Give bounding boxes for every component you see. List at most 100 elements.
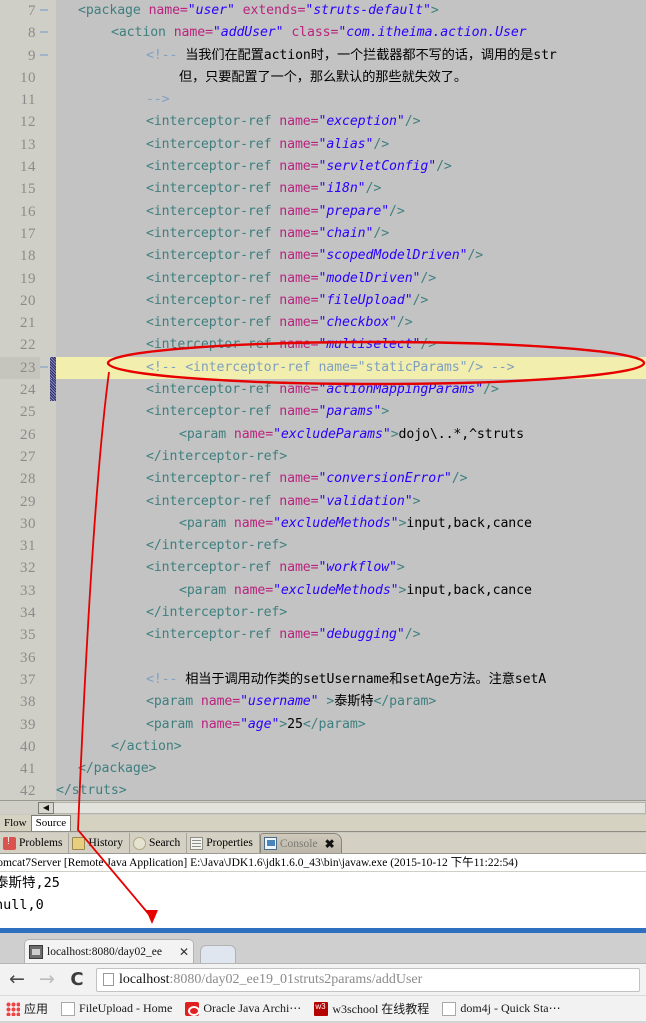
code-text[interactable]: <interceptor-ref name="scopedModelDriven… — [56, 245, 646, 267]
code-text[interactable]: 但，只要配置了一个，那么默认的那些就失效了。 — [56, 67, 646, 89]
code-line[interactable]: 30 <param name="excludeMethods">input,bac… — [0, 512, 646, 536]
fold-toggle-icon[interactable] — [40, 0, 50, 23]
code-line[interactable]: 39 <param name="age">25</param> — [0, 713, 646, 736]
editor-view-tabs[interactable]: Flow Source — [0, 815, 646, 832]
code-text[interactable]: --> — [56, 89, 646, 111]
code-text[interactable]: <interceptor-ref name="validation"> — [56, 491, 646, 513]
code-text[interactable]: <interceptor-ref name="conversionError"/… — [56, 468, 646, 490]
code-line[interactable]: 32 <interceptor-ref name="workflow"> — [0, 557, 646, 580]
code-text[interactable]: <interceptor-ref name="fileUpload"/> — [56, 290, 646, 312]
code-line[interactable]: 9 <!-- 当我们在配置action时，一个拦截器都不写的话，调用的是str — [0, 44, 646, 67]
code-text[interactable]: <package name="user" extends="struts-def… — [56, 0, 646, 22]
code-line[interactable]: 37 <!-- 相当于调用动作类的setUsername和setAge方法。注意s… — [0, 668, 646, 692]
code-text[interactable]: <param name="age">25</param> — [56, 714, 646, 736]
code-line[interactable]: 41 </package> — [0, 758, 646, 781]
code-text[interactable]: <interceptor-ref name="prepare"/> — [56, 201, 646, 223]
editor-horizontal-scrollbar[interactable]: ◀ — [0, 800, 646, 814]
code-line[interactable]: 19 <interceptor-ref name="modelDriven"/> — [0, 267, 646, 290]
code-line[interactable]: 13 <interceptor-ref name="alias"/> — [0, 133, 646, 157]
bookmarks-bar[interactable]: 应用 FileUpload - Home Oracle Java Archi⋯ w3s… — [0, 995, 646, 1021]
code-line[interactable]: 42 </struts> — [0, 780, 646, 800]
code-line[interactable]: 23 <!-- <interceptor-ref name="staticPara… — [0, 356, 646, 380]
code-text[interactable]: <interceptor-ref name="actionMappingPara… — [56, 379, 646, 401]
fold-toggle-icon[interactable] — [40, 22, 50, 45]
code-text[interactable]: </interceptor-ref> — [56, 602, 646, 624]
code-line[interactable]: 8 <action name="addUser" class="com.ithei… — [0, 22, 646, 45]
code-text[interactable]: </interceptor-ref> — [56, 535, 646, 557]
code-line[interactable]: 24 <interceptor-ref name="actionMappingPa… — [0, 379, 646, 402]
code-text[interactable]: <interceptor-ref name="modelDriven"/> — [56, 268, 646, 290]
code-text[interactable]: </package> — [56, 758, 646, 780]
code-line[interactable]: 16 <interceptor-ref name="prepare"/> — [0, 200, 646, 223]
code-text[interactable]: </interceptor-ref> — [56, 446, 646, 468]
code-line[interactable]: 14 <interceptor-ref name="servletConfig"/… — [0, 156, 646, 179]
bookmark-item[interactable]: Oracle Java Archi⋯ — [185, 1001, 301, 1016]
browser-window[interactable]: localhost:8080/day02_ee ✕ ← → C localhos… — [0, 933, 646, 1023]
code-line[interactable]: 20 <interceptor-ref name="fileUpload"/> — [0, 289, 646, 313]
console-tab-console[interactable]: Console ✖ — [259, 833, 342, 853]
bookmark-item[interactable]: dom4j - Quick Sta⋯ — [442, 1001, 561, 1016]
code-line[interactable]: 38 <param name="username" >泰斯特</param> — [0, 691, 646, 714]
code-text[interactable]: <interceptor-ref name="exception"/> — [56, 111, 646, 133]
code-text[interactable]: <interceptor-ref name="i18n"/> — [56, 178, 646, 200]
code-lines[interactable]: 7 <package name="user" extends="struts-de… — [0, 0, 646, 800]
forward-button[interactable]: → — [36, 970, 58, 989]
code-line[interactable]: 10 但，只要配置了一个，那么默认的那些就失效了。 — [0, 66, 646, 90]
code-line[interactable]: 15 <interceptor-ref name="i18n"/> — [0, 178, 646, 201]
code-line[interactable]: 35 <interceptor-ref name="debugging"/> — [0, 624, 646, 647]
code-line[interactable]: 18 <interceptor-ref name="scopedModelDriv… — [0, 245, 646, 268]
console-tab-search[interactable]: Search — [130, 833, 188, 853]
fold-toggle-icon[interactable] — [40, 44, 50, 67]
close-icon[interactable]: ✖ — [325, 837, 335, 851]
code-line[interactable]: 33 <param name="excludeMethods">input,bac… — [0, 579, 646, 603]
browser-tab-strip[interactable]: localhost:8080/day02_ee ✕ — [0, 933, 646, 963]
code-line[interactable]: 29 <interceptor-ref name="validation"> — [0, 490, 646, 513]
console-tab-bar[interactable]: Problems History Search Properties Console ✖ — [0, 833, 646, 854]
editor-tab-flow[interactable]: Flow — [0, 816, 31, 831]
code-line[interactable]: 40 </action> — [0, 735, 646, 759]
reload-button[interactable]: C — [66, 970, 88, 989]
code-text[interactable]: <param name="excludeParams">dojo\..*,^st… — [56, 424, 646, 446]
bookmark-item[interactable]: FileUpload - Home — [61, 1001, 172, 1016]
code-text[interactable]: <interceptor-ref name="workflow"> — [56, 557, 646, 579]
code-text[interactable]: <interceptor-ref name="servletConfig"/> — [56, 156, 646, 178]
code-text[interactable]: <!-- 相当于调用动作类的setUsername和setAge方法。注意set… — [56, 669, 646, 691]
code-line[interactable]: 17 <interceptor-ref name="chain"/> — [0, 222, 646, 246]
code-text[interactable]: <interceptor-ref name="chain"/> — [56, 223, 646, 245]
code-line[interactable]: 26 <param name="excludeParams">dojo\..*,^… — [0, 423, 646, 446]
code-editor[interactable]: 7 <package name="user" extends="struts-de… — [0, 0, 646, 800]
back-button[interactable]: ← — [6, 970, 28, 989]
console-tab-history[interactable]: History — [69, 833, 130, 853]
code-line[interactable]: 31 </interceptor-ref> — [0, 535, 646, 558]
fold-toggle-icon[interactable] — [40, 356, 50, 380]
code-text[interactable]: <interceptor-ref name="params"> — [56, 401, 646, 423]
code-line[interactable]: 7 <package name="user" extends="struts-de… — [0, 0, 646, 23]
code-text[interactable]: <param name="excludeMethods">input,back,… — [56, 513, 646, 535]
code-text[interactable]: <interceptor-ref name="checkbox"/> — [56, 312, 646, 334]
new-tab-button[interactable] — [200, 945, 236, 963]
code-text[interactable]: <param name="excludeMethods">input,back,… — [56, 580, 646, 602]
code-line[interactable]: 21 <interceptor-ref name="checkbox"/> — [0, 312, 646, 335]
scroll-left-arrow-icon[interactable]: ◀ — [38, 801, 54, 814]
code-text[interactable]: </struts> — [56, 780, 646, 800]
code-line[interactable]: 25 <interceptor-ref name="params"> — [0, 401, 646, 424]
code-text[interactable]: <interceptor-ref name="alias"/> — [56, 134, 646, 156]
console-tab-properties[interactable]: Properties — [187, 833, 260, 853]
browser-navigation-bar[interactable]: ← → C localhost:8080/day02_ee19_01struts… — [0, 963, 646, 995]
code-line[interactable]: 22 <interceptor-ref name="multiselect"/> — [0, 334, 646, 357]
console-tab-problems[interactable]: Problems — [0, 833, 70, 853]
editor-tab-source[interactable]: Source — [30, 815, 72, 831]
code-line[interactable]: 28 <interceptor-ref name="conversionError… — [0, 468, 646, 491]
scroll-track[interactable] — [54, 801, 646, 814]
code-text[interactable]: <param name="username" >泰斯特</param> — [56, 691, 646, 713]
code-text[interactable]: <!-- <interceptor-ref name="staticParams… — [56, 356, 646, 380]
code-text[interactable]: </action> — [56, 736, 646, 758]
code-line[interactable]: 34 </interceptor-ref> — [0, 602, 646, 625]
close-icon[interactable]: ✕ — [179, 945, 189, 959]
console-panel[interactable]: ProblemsHistorySearchPropertiesConsole✖ … — [0, 833, 646, 933]
code-text[interactable]: <!-- 当我们在配置action时，一个拦截器都不写的话，调用的是str — [56, 45, 646, 67]
address-bar[interactable]: localhost:8080/day02_ee19_01struts2param… — [96, 967, 640, 992]
browser-tab[interactable]: localhost:8080/day02_ee ✕ — [24, 939, 194, 963]
code-line[interactable]: 36 — [0, 646, 646, 669]
code-line[interactable]: 11 --> — [0, 89, 646, 112]
